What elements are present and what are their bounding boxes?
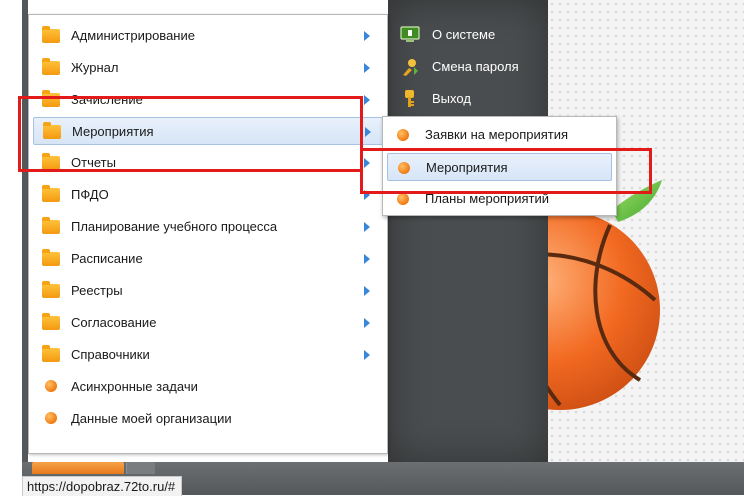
- menu-item-pfdo[interactable]: ПФДО: [33, 181, 383, 209]
- menu-item-schedule[interactable]: Расписание: [33, 245, 383, 273]
- highlight-box-events-menu: [18, 96, 363, 172]
- taskbar-button-secondary[interactable]: [126, 462, 155, 474]
- submenu-arrow-icon: [364, 254, 370, 264]
- taskbar-button[interactable]: [32, 462, 124, 474]
- menu-item-async-tasks[interactable]: Асинхронные задачи: [33, 373, 383, 401]
- main-menu: Администрирование Журнал Зачисление Меро…: [28, 14, 388, 454]
- system-item-exit[interactable]: Выход: [400, 88, 471, 110]
- system-item-change-password[interactable]: Смена пароля: [400, 56, 519, 78]
- menu-item-label: Реестры: [71, 283, 123, 298]
- system-item-about[interactable]: О системе: [400, 24, 495, 46]
- menu-item-label: Данные моей организации: [71, 411, 232, 426]
- system-item-label: О системе: [432, 27, 496, 42]
- submenu-arrow-icon: [364, 63, 370, 73]
- menu-item-registries[interactable]: Реестры: [33, 277, 383, 305]
- menu-item-label: Согласование: [71, 315, 157, 330]
- folder-icon: [42, 281, 60, 299]
- submenu-arrow-icon: [365, 127, 371, 137]
- orange-bullet-icon: [397, 129, 409, 141]
- orange-bullet-icon: [42, 411, 60, 427]
- folder-icon: [42, 313, 60, 331]
- submenu-arrow-icon: [364, 31, 370, 41]
- menu-item-label: Журнал: [71, 60, 119, 75]
- orange-bullet-icon: [397, 193, 409, 205]
- system-item-label: Смена пароля: [432, 59, 519, 74]
- folder-icon: [42, 26, 60, 44]
- highlight-box-events-submenu: [360, 148, 652, 194]
- menu-item-label: ПФДО: [71, 187, 109, 202]
- menu-item-directories[interactable]: Справочники: [33, 341, 383, 369]
- submenu-arrow-icon: [364, 350, 370, 360]
- folder-icon: [42, 185, 60, 203]
- menu-item-my-organization[interactable]: Данные моей организации: [33, 405, 383, 433]
- submenu-arrow-icon: [364, 222, 370, 232]
- submenu-arrow-icon: [364, 286, 370, 296]
- menu-item-approval[interactable]: Согласование: [33, 309, 383, 337]
- menu-item-label: Асинхронные задачи: [71, 379, 198, 394]
- folder-icon: [42, 58, 60, 76]
- menu-item-administration[interactable]: Администрирование: [33, 22, 383, 50]
- menu-item-planning[interactable]: Планирование учебного процесса: [33, 213, 383, 241]
- folder-icon: [42, 249, 60, 267]
- password-change-icon: [400, 57, 420, 77]
- submenu-item-event-requests[interactable]: Заявки на мероприятия: [387, 121, 612, 149]
- menu-item-journal[interactable]: Журнал: [33, 54, 383, 82]
- menu-item-label: Справочники: [71, 347, 150, 362]
- folder-icon: [42, 217, 60, 235]
- submenu-item-label: Заявки на мероприятия: [425, 127, 569, 142]
- status-bar-url: https://dopobraz.72to.ru/#: [22, 476, 183, 496]
- submenu-arrow-icon: [364, 95, 370, 105]
- orange-bullet-icon: [42, 379, 60, 395]
- menu-item-label: Администрирование: [71, 28, 195, 43]
- submenu-arrow-icon: [364, 318, 370, 328]
- menu-item-label: Расписание: [71, 251, 143, 266]
- folder-icon: [42, 345, 60, 363]
- system-item-label: Выход: [432, 91, 471, 106]
- key-exit-icon: [400, 89, 420, 109]
- desktop-background: [548, 0, 744, 470]
- menu-item-label: Планирование учебного процесса: [71, 219, 278, 234]
- monitor-info-icon: [400, 25, 420, 45]
